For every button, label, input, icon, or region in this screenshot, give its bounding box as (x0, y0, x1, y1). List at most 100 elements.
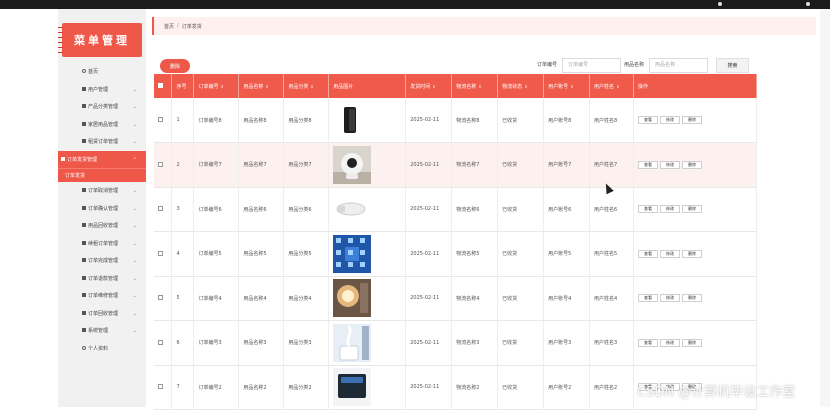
cell-image (328, 142, 407, 188)
breadcrumb-current: 订单发货 (181, 23, 202, 30)
chevron-up-icon: ⌃ (132, 156, 137, 163)
chevron-down-icon: ⌄ (132, 223, 137, 229)
chevron-down-icon: ⌄ (132, 205, 137, 212)
view-button[interactable]: 查看 (638, 205, 658, 214)
sort-icon[interactable]: ⇕ (310, 84, 313, 89)
sort-icon[interactable]: ⇕ (570, 84, 573, 89)
delete-button[interactable]: 删除 (682, 338, 702, 347)
sidebar-item-label: 系统管理 (88, 328, 109, 335)
cell-category: 用品分类8 (283, 98, 330, 143)
sidebar-item-8[interactable]: 订单确认管理 ⌄ (58, 200, 146, 218)
cell-image (328, 231, 407, 277)
order-no-label: 订单编号 (537, 62, 558, 68)
delete-button[interactable]: 删除 (682, 294, 702, 303)
sort-icon[interactable]: ⇕ (220, 84, 223, 89)
row-checkbox[interactable] (158, 384, 163, 390)
row-checkbox[interactable] (158, 206, 163, 212)
edit-button[interactable]: 修改 (660, 338, 680, 347)
sidebar-item-0[interactable]: 首页 (58, 63, 146, 81)
sidebar-item-7[interactable]: 订单取消管理 ⌄ (58, 182, 146, 200)
sidebar-item-12[interactable]: 订单退款管理 ⌄ (58, 270, 146, 288)
sidebar-item-9[interactable]: 用品回收管理 ⌄ (58, 217, 146, 235)
column-header[interactable]: 发货时间 ⇕ (405, 74, 453, 98)
cell-text: 订单编号3 (198, 340, 222, 347)
row-checkbox[interactable] (158, 250, 163, 256)
select-all-checkbox[interactable] (158, 83, 163, 88)
chevron-down-icon: ⌄ (132, 258, 137, 264)
column-header[interactable]: 订单编号 ⇕ (193, 74, 240, 98)
sidebar-item-10[interactable]: 续租订单管理 ⌄ (58, 235, 146, 253)
cell-user-name: 用户姓名7 (589, 142, 634, 188)
edit-button[interactable]: 修改 (660, 249, 680, 258)
delete-button[interactable]: 删除 (682, 205, 702, 214)
cell-status: 已收货 (497, 187, 545, 232)
sidebar-item-13[interactable]: 订单维修管理 ⌄ (58, 287, 146, 305)
sort-icon[interactable]: ⇕ (524, 84, 527, 89)
sidebar-item-4[interactable]: 租赁订单管理 ⌄ (58, 133, 146, 151)
view-button[interactable]: 查看 (638, 249, 658, 258)
cell-category: 用品分类3 (283, 320, 330, 366)
sidebar-item-5[interactable]: 订单发货管理 ⌃ (58, 150, 146, 168)
cell-text: 2025-02-11 (410, 250, 440, 257)
sort-icon[interactable]: ⇕ (616, 84, 619, 89)
column-header[interactable]: 物流名称 ⇕ (451, 74, 499, 98)
cell-account: 用户账号3 (543, 320, 591, 366)
breadcrumb-home[interactable]: 首页 (164, 23, 174, 30)
order-no-input[interactable]: 订单编号 (562, 58, 621, 73)
edit-button[interactable]: 修改 (660, 294, 680, 303)
table-row[interactable]: 4 订单编号5 用品名称5 用品分类5 2025-02-11 物流名称5 已收货 用户账号5 用… (154, 231, 757, 277)
sidebar-subitem-order-shipping[interactable]: 订单发货 (58, 168, 146, 182)
column-header[interactable]: 用品名称 ⇕ (238, 74, 285, 98)
sidebar-item-16[interactable]: 个人资料 (58, 340, 146, 358)
table-row[interactable]: 5 订单编号4 用品名称4 用品分类4 2025-02-11 物流名称4 已收货 用户账号4 用… (154, 276, 757, 321)
sidebar-item-label: 产品分类管理 (88, 104, 119, 111)
column-header[interactable]: 物流状态 ⇕ (497, 74, 545, 98)
table-row[interactable]: 1 订单编号8 用品名称8 用品分类8 2025-02-11 物流名称8 已收货 用户账号8 用… (154, 98, 757, 143)
table-row[interactable]: 6 订单编号3 用品名称3 用品分类3 2025-02-11 物流名称3 已收货 用户账号3 用… (154, 320, 757, 366)
edit-button[interactable]: 修改 (660, 205, 680, 214)
row-checkbox[interactable] (158, 339, 163, 345)
product-image-panel (333, 368, 372, 407)
batch-delete-button[interactable]: 删除 (160, 59, 190, 73)
column-header[interactable]: 用品分类 ⇕ (283, 74, 330, 98)
product-image-lamp (333, 279, 372, 318)
row-checkbox[interactable] (158, 295, 163, 301)
column-header[interactable]: 用户账号 ⇕ (543, 74, 591, 98)
sidebar-item-15[interactable]: 系统管理 ⌄ (58, 322, 146, 340)
cell-text: 物流名称8 (456, 117, 480, 124)
sidebar-item-2[interactable]: 产品分类管理 ⌄ (58, 98, 146, 116)
cell-text: 用户账号5 (548, 251, 572, 258)
brand-title: 菜单管理 (74, 34, 130, 47)
main-content: 首页 / 订单发货 删除 订单编号 订单编号 用品名称 用品名称 搜索 序号 订单… (146, 9, 830, 410)
delete-button[interactable]: 删除 (682, 116, 702, 124)
sidebar-item-3[interactable]: 家居用品管理 ⌄ (58, 116, 146, 134)
sort-icon[interactable]: ⇕ (478, 84, 481, 89)
edit-button[interactable]: 修改 (660, 116, 680, 124)
sort-icon[interactable]: ⇕ (432, 84, 435, 89)
search-button[interactable]: 搜索 (716, 58, 749, 73)
row-checkbox[interactable] (158, 117, 163, 122)
cell-text: 用品分类8 (288, 117, 312, 124)
sidebar-item-1[interactable]: 用户管理 ⌄ (58, 81, 146, 99)
cell-text: 2025-02-11 (410, 206, 440, 213)
sidebar-item-label: 订单维修管理 (88, 293, 119, 300)
sidebar-item-14[interactable]: 订单回收管理 ⌄ (58, 305, 146, 323)
view-button[interactable]: 查看 (638, 294, 658, 303)
table-row[interactable]: 2 订单编号7 用品名称7 用品分类7 2025-02-11 物流名称7 已收货 用户账号7 用… (154, 142, 757, 188)
delete-button[interactable]: 删除 (682, 249, 702, 258)
row-checkbox[interactable] (158, 161, 163, 167)
cell-text: 订单编号7 (198, 162, 222, 169)
item-name-input[interactable]: 用品名称 (649, 58, 708, 73)
cell-text: 物流名称2 (456, 384, 480, 391)
row-select-cell (154, 231, 173, 277)
select-all-cell (154, 74, 173, 98)
edit-button[interactable]: 修改 (660, 160, 680, 169)
sidebar-item-11[interactable]: 订单完成管理 ⌄ (58, 252, 146, 270)
sort-icon[interactable]: ⇕ (265, 84, 268, 89)
view-button[interactable]: 查看 (638, 338, 658, 347)
delete-button[interactable]: 删除 (682, 160, 702, 169)
view-button[interactable]: 查看 (638, 116, 658, 124)
column-header[interactable]: 用户姓名 ⇕ (589, 74, 634, 98)
view-button[interactable]: 查看 (638, 160, 658, 169)
table-row[interactable]: 3 订单编号6 用品名称6 用品分类6 2025-02-11 物流名称6 已收货 用户账号6 用… (154, 187, 757, 232)
